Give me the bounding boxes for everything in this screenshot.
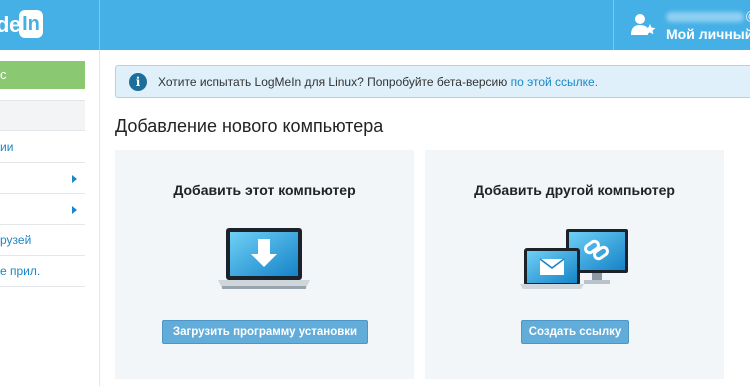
logo[interactable]: de In	[0, 0, 100, 50]
card-title: Добавить другой компьютер	[474, 182, 675, 198]
user-menu-label: Мой личный	[666, 26, 750, 42]
download-installer-button[interactable]: Загрузить программу установки	[162, 320, 368, 344]
sidebar-item-expandable[interactable]	[0, 163, 85, 194]
add-other-computer-card: Добавить другой компьютер Создать ссылку	[425, 150, 724, 379]
laptop-download-icon	[218, 228, 310, 289]
top-header: de In @g Мой личный	[0, 0, 750, 50]
banner-text: Хотите испытать LogMeIn для Linux? Попро…	[158, 75, 511, 89]
card-title: Добавить этот компьютер	[173, 182, 356, 198]
sidebar-item-active[interactable]	[0, 100, 85, 131]
user-email: @g	[666, 8, 750, 23]
banner-link[interactable]: по этой ссылке.	[511, 75, 598, 89]
chevron-right-icon	[72, 206, 77, 214]
info-banner: i Хотите испытать LogMeIn для Linux? Поп…	[115, 65, 750, 98]
logo-text: de	[0, 12, 21, 37]
sidebar: с ии рузей е прил.	[0, 50, 100, 386]
sidebar-item-friends[interactable]: рузей	[0, 225, 85, 256]
user-menu[interactable]: @g Мой личный	[613, 0, 750, 50]
page-title: Добавление нового компьютера	[115, 116, 384, 136]
chevron-right-icon	[72, 175, 77, 183]
logo-badge: In	[19, 10, 43, 38]
sidebar-item-link[interactable]: ии	[0, 132, 85, 163]
sidebar-item-primary[interactable]: с	[0, 61, 85, 89]
create-link-button[interactable]: Создать ссылку	[521, 320, 629, 344]
info-icon: i	[129, 73, 147, 91]
sidebar-item-expandable[interactable]	[0, 194, 85, 225]
sidebar-item-apps[interactable]: е прил.	[0, 256, 85, 287]
devices-link-icon	[520, 229, 628, 289]
user-star-icon	[631, 14, 656, 35]
add-this-computer-card: Добавить этот компьютер Загрузить програ…	[115, 150, 414, 379]
